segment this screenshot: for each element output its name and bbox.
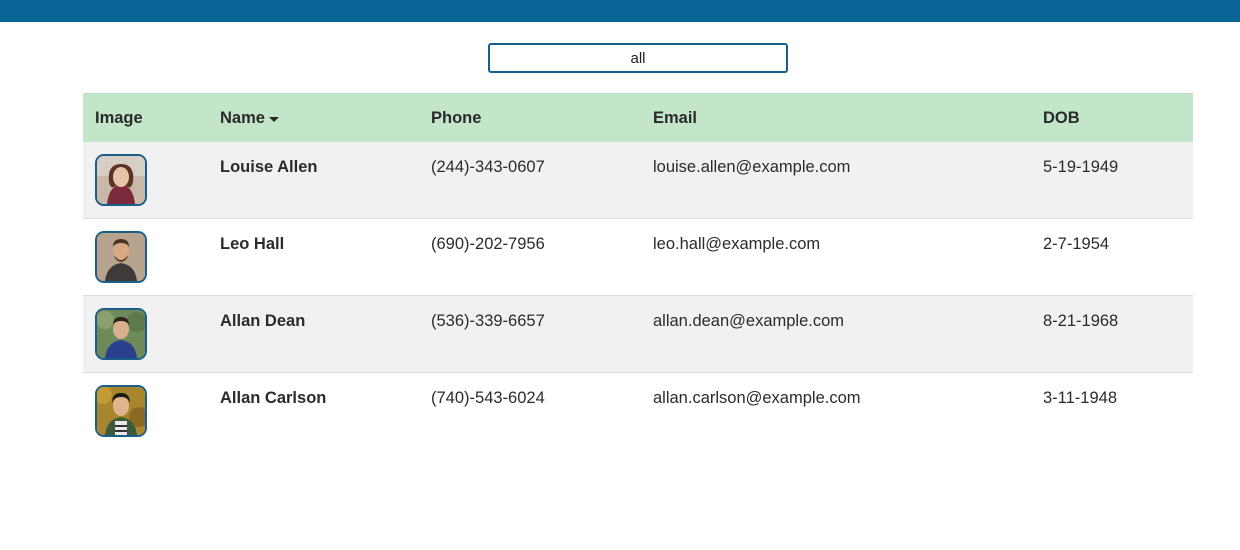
contacts-table: Image Name Phone Email DOB Louise Allen … — [83, 93, 1193, 450]
cell-phone: (690)-202-7956 — [431, 235, 545, 253]
column-header-phone[interactable]: Phone — [431, 94, 481, 143]
cell-phone: (244)-343-0607 — [431, 158, 545, 176]
table-row[interactable]: Allan Dean (536)-339-6657 allan.dean@exa… — [83, 296, 1193, 373]
avatar — [95, 154, 147, 206]
cell-email: louise.allen@example.com — [653, 158, 851, 176]
column-header-image[interactable]: Image — [95, 94, 143, 143]
sort-down-icon — [268, 117, 279, 123]
top-bar — [0, 0, 1240, 22]
column-header-name[interactable]: Name — [220, 94, 279, 143]
table-header-row: Image Name Phone Email DOB — [83, 93, 1193, 142]
column-header-email[interactable]: Email — [653, 94, 697, 143]
search-container — [488, 43, 788, 73]
cell-name: Allan Dean — [220, 312, 306, 330]
cell-email: allan.carlson@example.com — [653, 389, 861, 407]
avatar — [95, 231, 147, 283]
cell-name: Allan Carlson — [220, 389, 327, 407]
cell-email: allan.dean@example.com — [653, 312, 845, 330]
cell-dob: 8-21-1968 — [1043, 312, 1119, 330]
avatar — [95, 308, 147, 360]
table-row[interactable]: Leo Hall (690)-202-7956 leo.hall@example… — [83, 219, 1193, 296]
cell-email: leo.hall@example.com — [653, 235, 821, 253]
search-input[interactable] — [488, 43, 788, 73]
column-header-dob[interactable]: DOB — [1043, 94, 1080, 143]
cell-name: Louise Allen — [220, 158, 318, 176]
column-header-name-label: Name — [220, 109, 265, 127]
cell-phone: (740)-543-6024 — [431, 389, 545, 407]
cell-phone: (536)-339-6657 — [431, 312, 545, 330]
avatar — [95, 385, 147, 437]
cell-dob: 2-7-1954 — [1043, 235, 1110, 253]
cell-dob: 5-19-1949 — [1043, 158, 1119, 176]
cell-name: Leo Hall — [220, 235, 285, 253]
cell-dob: 3-11-1948 — [1043, 389, 1118, 407]
table-row[interactable]: Louise Allen (244)-343-0607 louise.allen… — [83, 142, 1193, 219]
table-row[interactable]: Allan Carlson (740)-543-6024 allan.carls… — [83, 373, 1193, 450]
